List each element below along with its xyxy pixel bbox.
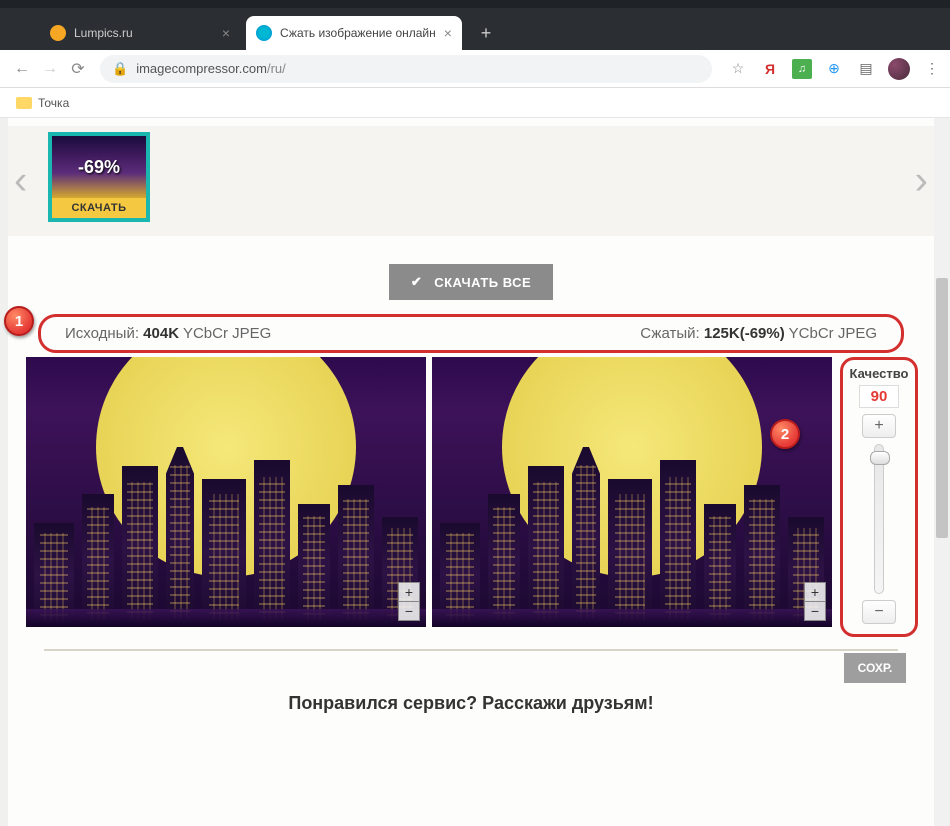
thumbnail-download-button[interactable]: СКАЧАТЬ (52, 198, 146, 218)
reload-button[interactable]: ⟳ (64, 55, 92, 83)
zoom-out-button[interactable]: − (399, 602, 419, 620)
check-icon: ✔ (411, 274, 422, 290)
profile-avatar[interactable] (888, 58, 910, 80)
zoom-controls: + − (804, 582, 826, 621)
tab-lumpics[interactable]: Lumpics.ru × (40, 16, 240, 50)
menu-icon[interactable]: ⋮ (922, 59, 942, 79)
new-tab-button[interactable]: + (472, 19, 500, 47)
forward-button[interactable]: → (36, 55, 64, 83)
quality-plus-button[interactable]: + (862, 414, 896, 438)
bookmarks-bar: Точка (0, 88, 950, 118)
titlebar (0, 0, 950, 8)
tab-title: Lumpics.ru (74, 26, 214, 40)
slider-thumb[interactable] (870, 451, 890, 465)
browser-toolbar: ← → ⟳ 🔒 imagecompressor.com/ru/ ☆ Я ♫ ⊕ … (0, 50, 950, 88)
favicon-icon (256, 25, 272, 41)
bookmark-star-icon[interactable]: ☆ (728, 59, 748, 79)
thumbnail-carousel: ‹ › -69% СКАЧАТЬ (8, 126, 934, 236)
compressed-info: Сжатый: 125K(-69%) YCbCr JPEG (640, 325, 877, 342)
quality-slider[interactable] (874, 444, 884, 594)
save-button[interactable]: СОХР. (844, 653, 906, 683)
page-viewport: ‹ › -69% СКАЧАТЬ ✔ СКАЧАТЬ ВСЕ 1 Исходны… (0, 118, 950, 826)
thumbnail-card[interactable]: -69% СКАЧАТЬ (48, 132, 150, 222)
quality-minus-button[interactable]: − (862, 600, 896, 624)
favicon-icon (50, 25, 66, 41)
zoom-in-button[interactable]: + (399, 583, 419, 602)
download-all-row: ✔ СКАЧАТЬ ВСЕ (8, 240, 934, 314)
back-button[interactable]: ← (8, 55, 36, 83)
close-icon[interactable]: × (444, 25, 452, 41)
url-path: /ru/ (267, 61, 286, 76)
original-info: Исходный: 404K YCbCr JPEG (65, 325, 271, 342)
compressed-image-panel[interactable]: + − (432, 357, 832, 627)
tab-imagecompressor[interactable]: Сжать изображение онлайн × (246, 16, 462, 50)
compression-percent: -69% (78, 157, 120, 178)
lock-icon: 🔒 (112, 61, 128, 77)
zoom-controls: + − (398, 582, 420, 621)
scrollbar-thumb[interactable] (936, 278, 948, 538)
annotation-marker-2: 2 (770, 419, 800, 449)
file-info-bar: Исходный: 404K YCbCr JPEG Сжатый: 125K(-… (38, 314, 904, 353)
extension-globe-icon[interactable]: ⊕ (824, 59, 844, 79)
vertical-scrollbar[interactable] (934, 118, 950, 826)
original-image-panel[interactable]: + − (26, 357, 426, 627)
page-content: ‹ › -69% СКАЧАТЬ ✔ СКАЧАТЬ ВСЕ 1 Исходны… (8, 118, 934, 826)
tab-title: Сжать изображение онлайн (280, 26, 436, 40)
chevron-right-icon[interactable]: › (915, 159, 928, 204)
chevron-left-icon[interactable]: ‹ (14, 159, 27, 204)
quality-input[interactable] (859, 385, 899, 408)
footer-share-text: Понравился сервис? Расскажи друзьям! (26, 693, 916, 714)
annotation-marker-1: 1 (4, 306, 34, 336)
download-all-button[interactable]: ✔ СКАЧАТЬ ВСЕ (389, 264, 553, 300)
zoom-in-button[interactable]: + (805, 583, 825, 602)
section-divider (44, 649, 898, 651)
download-all-label: СКАЧАТЬ ВСЕ (434, 275, 531, 290)
toolbar-icons: ☆ Я ♫ ⊕ ▤ ⋮ (728, 58, 942, 80)
address-bar[interactable]: 🔒 imagecompressor.com/ru/ (100, 55, 712, 83)
comparison-section: 1 Исходный: 404K YCbCr JPEG Сжатый: 125K… (8, 314, 934, 714)
folder-icon (16, 97, 32, 109)
url-host: imagecompressor.com (136, 61, 267, 76)
zoom-out-button[interactable]: − (805, 602, 825, 620)
tab-strip: Lumpics.ru × Сжать изображение онлайн × … (0, 8, 950, 50)
quality-label: Качество (850, 366, 909, 381)
quality-panel: Качество + − (840, 357, 918, 637)
extension-icon[interactable]: Я (760, 59, 780, 79)
image-comparison-row: + − (26, 357, 832, 627)
bookmark-folder[interactable]: Точка (38, 96, 69, 110)
close-icon[interactable]: × (222, 25, 230, 41)
extension-music-icon[interactable]: ♫ (792, 59, 812, 79)
thumbnail-preview: -69% (52, 136, 146, 198)
reading-list-icon[interactable]: ▤ (856, 59, 876, 79)
